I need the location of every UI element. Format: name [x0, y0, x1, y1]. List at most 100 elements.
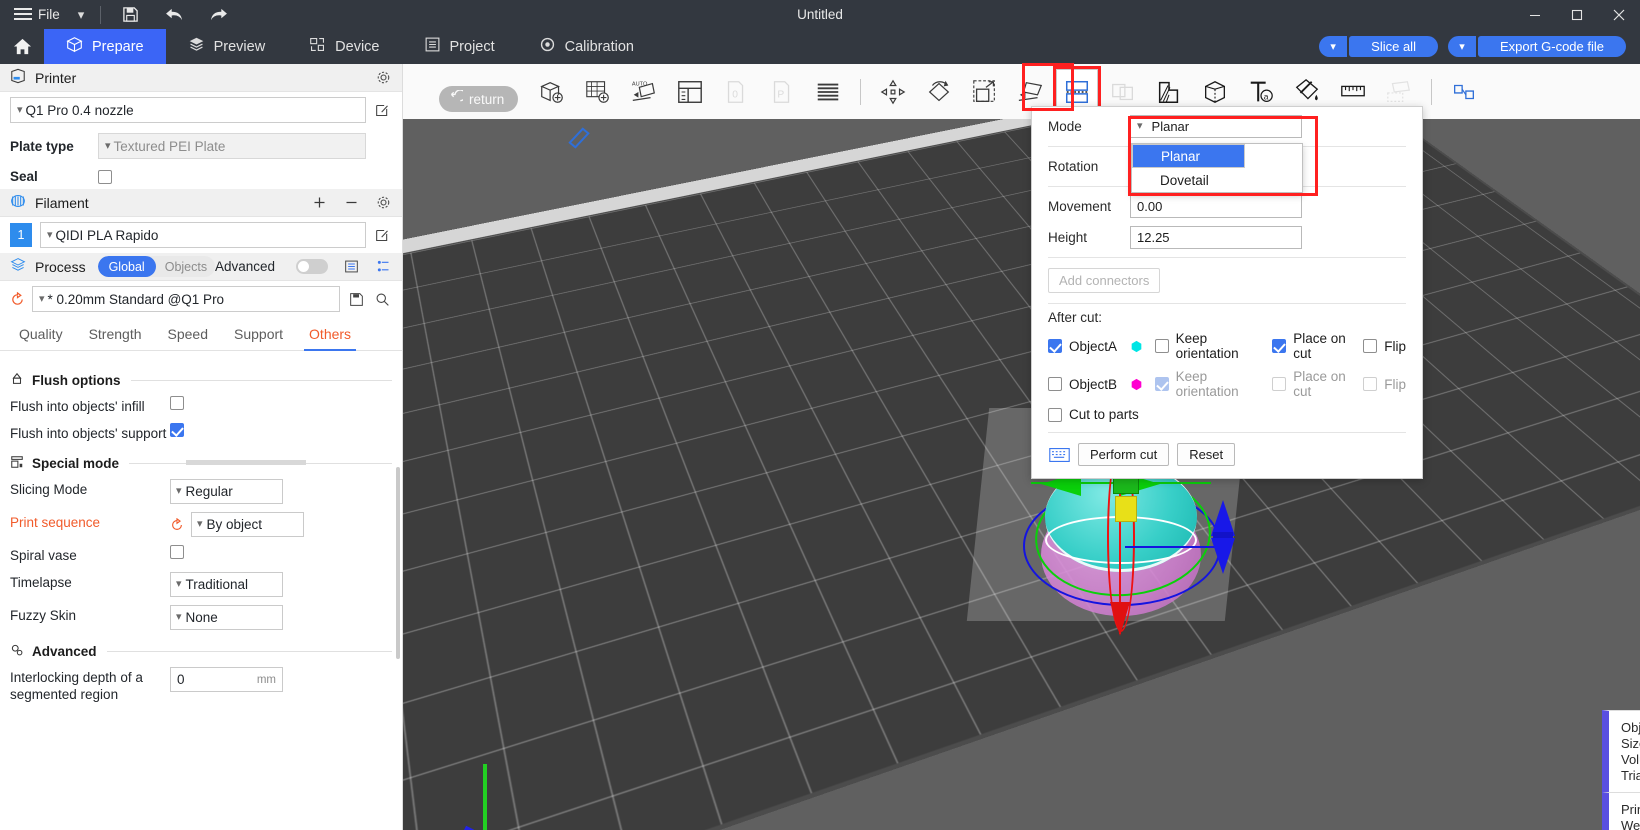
option-flush-support-checkbox[interactable]	[170, 423, 184, 437]
chevron-down-icon[interactable]: ▾	[78, 7, 85, 23]
option-spiral-vase-checkbox[interactable]	[170, 545, 184, 559]
option-flush-infill-checkbox[interactable]	[170, 396, 184, 410]
reset-process-icon[interactable]	[10, 292, 25, 307]
option-print-sequence-select[interactable]: ▾ By object	[191, 512, 304, 537]
print-by-object-line-2: We suggest using auto-arrange to avoid c…	[1621, 818, 1640, 830]
printer-preset-select[interactable]: ▾ Q1 Pro 0.4 nozzle	[10, 97, 366, 123]
object-b-flip-checkbox[interactable]	[1363, 377, 1377, 391]
filament-settings-gear-icon[interactable]	[374, 194, 392, 212]
option-interlocking-depth-input[interactable]: 0 mm	[170, 667, 283, 692]
minimize-button[interactable]	[1514, 0, 1556, 29]
export-gcode-button[interactable]: ▾ Export G-code file	[1448, 36, 1626, 57]
layers-slider-icon[interactable]	[807, 69, 849, 115]
object-info-line-4: Triangles: 646	[1621, 768, 1640, 784]
export-gcode-caret-icon[interactable]: ▾	[1448, 36, 1476, 57]
assembly-view-icon[interactable]	[1443, 69, 1485, 115]
object-a-keep-orientation-checkbox[interactable]	[1155, 339, 1169, 353]
process-scope-objects[interactable]: Objects	[156, 260, 215, 274]
tab-quality[interactable]: Quality	[6, 317, 76, 350]
tab-support[interactable]: Support	[221, 317, 296, 350]
file-menu-label[interactable]: File	[38, 7, 60, 22]
option-slicing-mode-select[interactable]: ▾ Regular	[170, 479, 283, 504]
search-process-icon[interactable]	[372, 292, 392, 307]
plate-type-select[interactable]: ▾ Textured PEI Plate	[98, 133, 366, 159]
printer-settings-gear-icon[interactable]	[374, 69, 392, 87]
slice-all-caret-icon[interactable]: ▾	[1319, 36, 1347, 57]
arrange-layout-icon[interactable]	[669, 69, 711, 115]
process-scope-global[interactable]: Global	[98, 256, 156, 277]
axis-blue-arrow-down-icon[interactable]	[1211, 538, 1235, 574]
edit-filament-icon[interactable]	[372, 228, 392, 243]
object-a-flip-checkbox[interactable]	[1363, 339, 1377, 353]
tab-strength[interactable]: Strength	[76, 317, 155, 350]
process-preset-select[interactable]: ▾ * 0.20mm Standard @Q1 Pro	[32, 286, 340, 312]
edit-printer-icon[interactable]	[372, 103, 392, 118]
filament-preset-select[interactable]: ▾ QIDI PLA Rapido	[40, 222, 366, 248]
menu-icon[interactable]	[14, 8, 32, 21]
toolbar-divider	[860, 79, 861, 105]
perform-cut-button[interactable]: Perform cut	[1078, 443, 1169, 466]
slice-all-label[interactable]: Slice all	[1349, 36, 1438, 57]
move-icon[interactable]	[872, 69, 914, 115]
horizontal-scrollbar[interactable]	[186, 460, 306, 465]
cut-to-parts-checkbox[interactable]	[1048, 408, 1062, 422]
chevron-down-icon: ▾	[39, 294, 45, 305]
seal-checkbox[interactable]	[98, 170, 112, 184]
return-button[interactable]: return	[439, 86, 518, 112]
export-gcode-label[interactable]: Export G-code file	[1478, 36, 1626, 57]
3d-viewport[interactable]: return AUTO 0 P	[403, 64, 1640, 830]
undo-icon[interactable]	[161, 4, 187, 26]
tab-device[interactable]: Device	[287, 29, 401, 64]
maximize-button[interactable]	[1556, 0, 1598, 29]
keyboard-icon[interactable]	[1048, 447, 1070, 463]
cut-handle-yellow-icon[interactable]	[1115, 496, 1137, 522]
object-b-checkbox[interactable]	[1048, 377, 1062, 391]
filament-index-badge[interactable]: 1	[10, 223, 32, 247]
reset-button[interactable]: Reset	[1177, 443, 1235, 466]
rotate-icon[interactable]	[918, 69, 960, 115]
option-timelapse-select[interactable]: ▾ Traditional	[170, 572, 283, 597]
save-process-icon[interactable]	[346, 292, 366, 307]
object-b-place-on-cut-checkbox[interactable]	[1272, 377, 1286, 391]
slice-all-button[interactable]: ▾ Slice all	[1319, 36, 1438, 57]
vertical-scrollbar[interactable]	[396, 467, 400, 659]
printer-icon	[10, 68, 26, 87]
option-fuzzy-skin-select[interactable]: ▾ None	[170, 605, 283, 630]
save-icon[interactable]	[117, 4, 143, 26]
auto-arrange-icon[interactable]: AUTO	[623, 69, 665, 115]
compare-presets-icon[interactable]	[342, 258, 360, 276]
cut-pen-icon	[568, 126, 592, 153]
close-button[interactable]	[1598, 0, 1640, 29]
add-connectors-button[interactable]: Add connectors	[1048, 268, 1160, 293]
advanced-toggle[interactable]	[296, 259, 328, 274]
option-timelapse-label: Timelapse	[10, 572, 170, 591]
object-a-place-on-cut-checkbox[interactable]	[1272, 339, 1286, 353]
cut-height-input[interactable]: 12.25	[1130, 226, 1302, 249]
add-filament-icon[interactable]	[310, 194, 328, 212]
filament-section-header: Filament	[0, 189, 402, 217]
remove-filament-icon[interactable]	[342, 194, 360, 212]
tab-project[interactable]: Project	[402, 29, 517, 64]
scale-icon[interactable]	[964, 69, 1006, 115]
add-object-icon[interactable]	[531, 69, 573, 115]
tab-prepare[interactable]: Prepare	[44, 29, 166, 64]
object-b-keep-orientation-checkbox[interactable]	[1155, 377, 1169, 391]
tab-calibration[interactable]: Calibration	[517, 29, 656, 64]
redo-icon[interactable]	[205, 4, 231, 26]
object-a-checkbox[interactable]	[1048, 339, 1062, 353]
axis-red-arrow-icon[interactable]	[1110, 602, 1130, 636]
option-print-sequence-value: By object	[207, 517, 263, 532]
process-options-icon[interactable]	[374, 258, 392, 276]
add-modifier-icon: 0	[715, 69, 757, 115]
process-scope-toggle[interactable]: Global Objects	[98, 256, 215, 277]
tab-speed[interactable]: Speed	[155, 317, 221, 350]
tab-others[interactable]: Others	[296, 317, 364, 350]
home-icon[interactable]	[0, 29, 44, 64]
option-flush-support: Flush into objects' support	[0, 419, 402, 446]
cut-movement-input[interactable]: 0.00	[1130, 195, 1302, 218]
option-print-sequence: Print sequence ▾ By object	[0, 508, 402, 541]
axis-blue-arrow-up-icon[interactable]	[1211, 500, 1235, 536]
tab-preview[interactable]: Preview	[166, 29, 288, 64]
reset-print-sequence-icon[interactable]	[170, 518, 184, 532]
add-plate-icon[interactable]	[577, 69, 619, 115]
